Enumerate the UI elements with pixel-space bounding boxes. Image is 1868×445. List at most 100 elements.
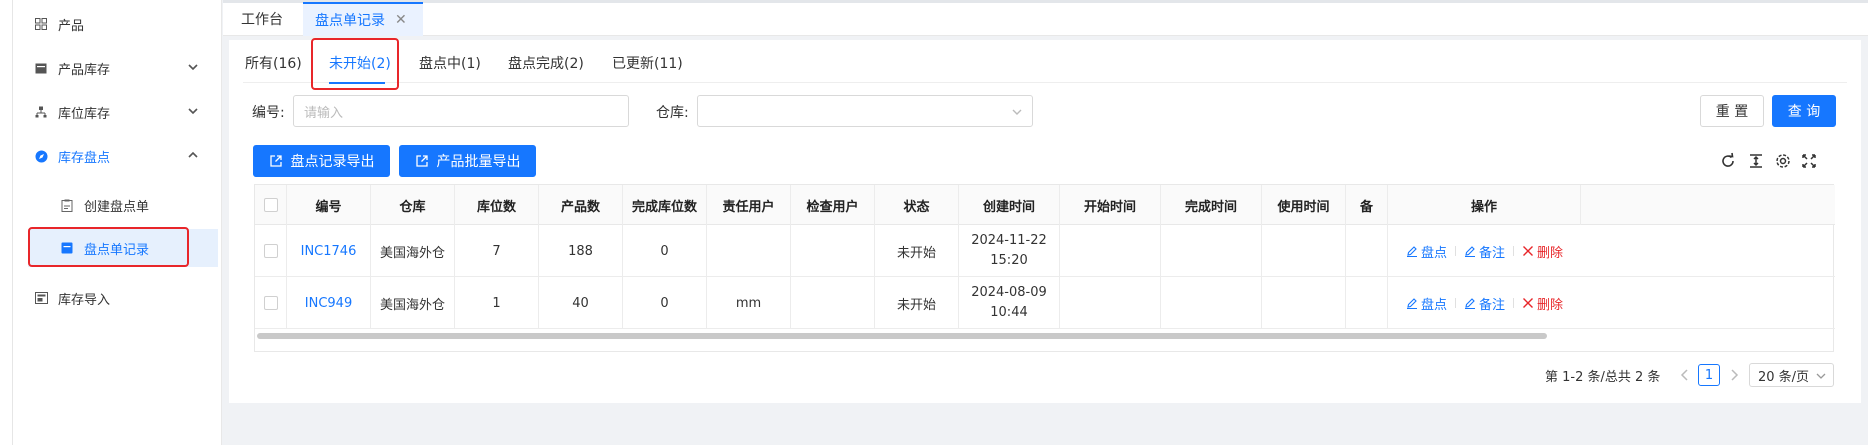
select-all-checkbox[interactable] bbox=[263, 198, 278, 212]
col-used-time[interactable]: 使用时间 bbox=[1262, 185, 1346, 225]
close-icon bbox=[1523, 246, 1533, 256]
sidebar-item-product-inventory[interactable]: 产品库存 bbox=[22, 50, 218, 86]
export-records-button[interactable]: 盘点记录导出 bbox=[253, 145, 390, 177]
remark-button[interactable]: 备注 bbox=[1464, 294, 1505, 313]
row-checkbox[interactable] bbox=[263, 244, 278, 258]
col-note[interactable]: 备 bbox=[1346, 185, 1388, 225]
started-cell bbox=[1060, 277, 1161, 329]
col-checker[interactable]: 检查用户 bbox=[791, 185, 875, 225]
remark-button[interactable]: 备注 bbox=[1464, 242, 1505, 261]
edit-icon bbox=[1406, 298, 1417, 309]
export-records-label: 盘点记录导出 bbox=[290, 154, 375, 170]
delete-button[interactable]: 删除 bbox=[1522, 242, 1563, 261]
col-created[interactable]: 创建时间 bbox=[959, 185, 1060, 225]
chevron-up-icon bbox=[188, 151, 198, 158]
tab-completed[interactable]: 盘点完成(2) bbox=[508, 53, 584, 73]
close-icon bbox=[1523, 298, 1533, 308]
tab-not-started[interactable]: 未开始(2) bbox=[329, 53, 391, 73]
tab-stocktake-records[interactable]: 盘点单记录 ✕ bbox=[303, 2, 423, 36]
search-label: 查 询 bbox=[1787, 104, 1821, 120]
record-code-link[interactable]: INC1746 bbox=[287, 225, 371, 277]
sidebar-item-label: 产品 bbox=[58, 18, 85, 34]
edit-icon bbox=[1464, 298, 1475, 309]
fullscreen-icon[interactable] bbox=[1800, 152, 1818, 170]
pagination-summary: 第 1-2 条/总共 2 条 bbox=[1545, 370, 1661, 385]
created-time: 15:20 bbox=[990, 253, 1028, 268]
delete-label: 删除 bbox=[1537, 297, 1564, 313]
sidebar-item-products[interactable]: 产品 bbox=[22, 6, 218, 42]
tab-all[interactable]: 所有(16) bbox=[245, 53, 302, 73]
used-time-cell bbox=[1262, 225, 1346, 277]
reset-button[interactable]: 重 置 bbox=[1700, 95, 1764, 127]
code-label: 编号: bbox=[252, 105, 285, 121]
horizontal-scrollbar[interactable] bbox=[257, 333, 1547, 339]
sidebar-item-create-stocktake[interactable]: 创建盘点单 bbox=[28, 186, 218, 224]
table-header: 编号 仓库 库位数 产品数 完成库位数 责任用户 检查用户 状态 创建时间 开始… bbox=[255, 185, 1835, 225]
reset-label: 重 置 bbox=[1715, 104, 1749, 120]
count-button[interactable]: 盘点 bbox=[1406, 294, 1447, 313]
export-products-button[interactable]: 产品批量导出 bbox=[399, 145, 536, 177]
close-icon[interactable]: ✕ bbox=[395, 12, 407, 28]
row-checkbox[interactable] bbox=[263, 296, 278, 310]
col-code[interactable]: 编号 bbox=[287, 185, 371, 225]
done-locations-cell: 0 bbox=[623, 225, 707, 277]
column-height-icon[interactable] bbox=[1747, 152, 1765, 170]
export-icon bbox=[415, 155, 428, 167]
edit-icon bbox=[1406, 246, 1417, 257]
code-input[interactable]: 请输入 bbox=[293, 95, 629, 127]
table-row: INC1746 美国海外仓 7 188 0 未开始 2024-11-22 15:… bbox=[255, 225, 1835, 277]
search-button[interactable]: 查 询 bbox=[1772, 95, 1836, 127]
used-time-cell bbox=[1262, 277, 1346, 329]
import-icon bbox=[34, 291, 48, 305]
col-locations[interactable]: 库位数 bbox=[455, 185, 539, 225]
chevron-right-icon[interactable] bbox=[1726, 367, 1742, 383]
locations-cell: 1 bbox=[455, 277, 539, 329]
page-1-button[interactable]: 1 bbox=[1698, 364, 1720, 386]
delete-button[interactable]: 删除 bbox=[1522, 294, 1563, 313]
col-warehouse[interactable]: 仓库 bbox=[371, 185, 455, 225]
page-size-select[interactable]: 20 条/页 bbox=[1749, 363, 1834, 387]
col-started[interactable]: 开始时间 bbox=[1060, 185, 1161, 225]
status-cell: 未开始 bbox=[875, 277, 959, 329]
created-cell: 2024-11-22 15:20 bbox=[959, 225, 1060, 277]
row-select-cell bbox=[255, 277, 287, 329]
warehouse-select[interactable] bbox=[697, 95, 1033, 127]
col-done-locations[interactable]: 完成库位数 bbox=[623, 185, 707, 225]
tab-updated[interactable]: 已更新(11) bbox=[612, 53, 683, 73]
export-products-label: 产品批量导出 bbox=[436, 154, 521, 170]
sidebar-item-stock-import[interactable]: 库存导入 bbox=[22, 280, 218, 316]
sidebar-item-label: 创建盘点单 bbox=[84, 199, 150, 215]
count-label: 盘点 bbox=[1420, 245, 1447, 261]
location-icon bbox=[34, 105, 48, 119]
count-button[interactable]: 盘点 bbox=[1406, 242, 1447, 261]
count-label: 盘点 bbox=[1420, 297, 1447, 313]
col-owner[interactable]: 责任用户 bbox=[707, 185, 791, 225]
started-cell bbox=[1060, 225, 1161, 277]
warehouse-cell: 美国海外仓 bbox=[371, 225, 455, 277]
sidebar-item-location-inventory[interactable]: 库位库存 bbox=[22, 94, 218, 130]
tab-in-progress[interactable]: 盘点中(1) bbox=[419, 53, 481, 73]
table-row: INC949 美国海外仓 1 40 0 mm 未开始 2024-08-09 10… bbox=[255, 277, 1835, 329]
col-products[interactable]: 产品数 bbox=[539, 185, 623, 225]
chevron-down-icon bbox=[1012, 109, 1022, 115]
sidebar-item-stocktaking[interactable]: 库存盘点 bbox=[22, 138, 218, 174]
status-cell: 未开始 bbox=[875, 225, 959, 277]
tab-workbench[interactable]: 工作台 bbox=[241, 2, 297, 36]
chevron-down-icon bbox=[1816, 373, 1826, 379]
tab-label: 工作台 bbox=[241, 12, 283, 28]
divider bbox=[1454, 298, 1456, 308]
record-code-link[interactable]: INC949 bbox=[287, 277, 371, 329]
tab-bar: 工作台 盘点单记录 ✕ bbox=[223, 0, 1868, 36]
col-finished[interactable]: 完成时间 bbox=[1161, 185, 1262, 225]
chevron-left-icon[interactable] bbox=[1677, 367, 1693, 383]
refresh-icon[interactable] bbox=[1719, 152, 1737, 170]
sidebar-item-label: 库位库存 bbox=[58, 106, 111, 122]
records-icon bbox=[60, 241, 74, 255]
divider bbox=[1454, 246, 1456, 256]
settings-icon[interactable] bbox=[1774, 152, 1792, 170]
tab-label: 盘点单记录 bbox=[315, 13, 385, 29]
col-status[interactable]: 状态 bbox=[875, 185, 959, 225]
sidebar-edge bbox=[12, 0, 13, 445]
products-cell: 188 bbox=[539, 225, 623, 277]
sidebar-item-stocktake-records[interactable]: 盘点单记录 bbox=[28, 229, 218, 267]
